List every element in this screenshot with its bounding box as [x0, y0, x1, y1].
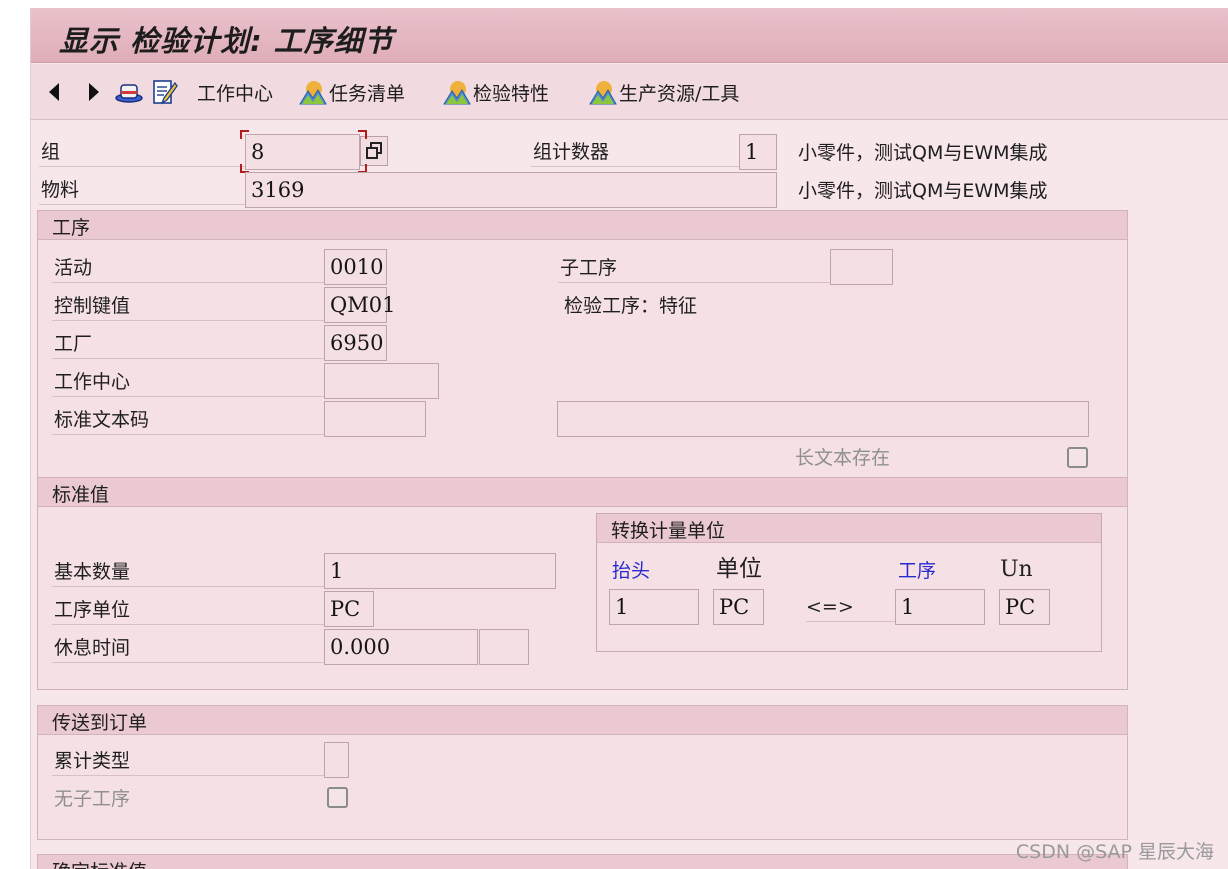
plant-label: 工厂	[52, 329, 324, 359]
activity-field[interactable]: 0010	[324, 249, 387, 285]
control-key-field[interactable]: QM01	[324, 287, 395, 323]
no-sub-operation-checkbox[interactable]	[327, 787, 348, 808]
cumulation-type-field[interactable]	[324, 742, 349, 778]
copy-button[interactable]	[360, 136, 388, 166]
work-center-button[interactable]: 工作中心	[197, 78, 273, 106]
mountain-icon	[299, 81, 327, 105]
group-counter-field[interactable]: 1	[739, 134, 777, 170]
task-list-label: 任务清单	[329, 82, 406, 105]
operation-quantity-field[interactable]: 1	[895, 589, 985, 625]
standard-values-title: 标准值	[52, 484, 110, 506]
group-label: 组	[39, 137, 245, 167]
conversion-title: 转换计量单位	[611, 520, 726, 542]
sap-window: 显示 检验计划: 工序细节 工作中心 任务清单 检验特性 生产资源/工具 组 8…	[30, 8, 1228, 869]
control-key-label: 控制键值	[52, 291, 324, 321]
standard-values-header: 标准值	[38, 478, 1127, 507]
conversion-arrow: <=>	[806, 592, 896, 622]
unit-label: 单位	[716, 556, 762, 582]
conversion-header: 转换计量单位	[597, 514, 1101, 543]
header-unit-field[interactable]: PC	[713, 589, 764, 625]
operation-unit-field[interactable]: PC	[324, 591, 374, 627]
sub-operation-label: 子工序	[558, 253, 830, 283]
operation-group: 工序 活动 0010 子工序 控制键值 QM01 检验工序：特征 工厂 6950…	[37, 210, 1128, 478]
transfer-to-order-group: 传送到订单 累计类型 无子工序	[37, 705, 1128, 840]
transfer-to-order-title: 传送到订单	[52, 712, 148, 734]
operation-unit-conv-field[interactable]: PC	[999, 589, 1050, 625]
mountain-icon	[443, 81, 471, 105]
mountain-icon	[589, 81, 617, 105]
plant-field[interactable]: 6950	[324, 325, 387, 361]
work-center-label: 工作中心	[197, 82, 274, 105]
inspection-characteristics-button[interactable]: 检验特性	[443, 78, 549, 106]
operation-group-title: 工序	[52, 217, 91, 239]
standard-text-key-label: 标准文本码	[52, 405, 324, 435]
application-toolbar: 工作中心 任务清单 检验特性 生产资源/工具	[31, 64, 1228, 120]
material-field[interactable]: 3169	[245, 172, 777, 208]
arrow-left-icon	[49, 83, 59, 101]
standard-text-key-field[interactable]	[324, 401, 426, 437]
determine-standard-values-title: 确定标准值	[52, 857, 147, 869]
cumulation-type-label: 累计类型	[52, 746, 324, 776]
work-center-field-label: 工作中心	[52, 367, 324, 397]
inspection-characteristics-label: 检验特性	[473, 82, 550, 105]
edit-button[interactable]	[151, 78, 179, 106]
sub-operation-field[interactable]	[830, 249, 893, 285]
production-resources-button[interactable]: 生产资源/工具	[589, 78, 739, 106]
conversion-group: 转换计量单位 抬头 单位 工序 Un 1 PC <=> 1 PC	[596, 513, 1102, 652]
operation-short-text-field[interactable]	[557, 401, 1089, 437]
break-time-label: 休息时间	[52, 633, 324, 663]
material-description: 小零件，测试QM与EWM集成	[798, 180, 1048, 202]
arrow-right-icon	[89, 83, 99, 101]
operation-group-header: 工序	[38, 211, 1127, 240]
hat-icon	[115, 84, 143, 103]
determine-standard-values-group: 确定标准值	[37, 854, 1128, 869]
edit-document-icon	[153, 80, 178, 105]
task-list-button[interactable]: 任务清单	[299, 78, 405, 106]
operation-link[interactable]: 工序	[898, 556, 936, 586]
long-text-exists-checkbox[interactable]	[1067, 447, 1088, 468]
standard-values-group: 标准值 基本数量 1 工序单位 PC 休息时间 0.000 转换计量单位 抬头 …	[37, 477, 1128, 690]
production-resources-label: 生产资源/工具	[619, 82, 740, 105]
break-time-unit-field[interactable]	[479, 629, 529, 665]
material-label: 物料	[39, 175, 245, 205]
determine-standard-values-header: 确定标准值	[38, 855, 1127, 869]
un-label: Un	[1000, 557, 1033, 582]
control-key-description: 检验工序：特征	[564, 295, 698, 317]
group-field[interactable]: 8	[245, 134, 360, 170]
watermark: CSDN @SAP 星辰大海	[1015, 841, 1214, 863]
work-center-field[interactable]	[324, 363, 439, 399]
no-sub-operation-label: 无子工序	[54, 788, 131, 810]
group-description: 小零件，测试QM与EWM集成	[798, 142, 1048, 164]
header-link[interactable]: 抬头	[612, 556, 650, 586]
activity-label: 活动	[52, 253, 324, 283]
title-bar: 显示 检验计划: 工序细节	[31, 8, 1228, 63]
operation-unit-label: 工序单位	[52, 595, 324, 625]
group-counter-label: 组计数器	[531, 137, 739, 167]
base-quantity-field[interactable]: 1	[324, 553, 556, 589]
transfer-to-order-header: 传送到订单	[38, 706, 1127, 735]
base-quantity-label: 基本数量	[52, 557, 324, 587]
header-button[interactable]	[115, 78, 143, 106]
window-title: 显示 检验计划: 工序细节	[59, 24, 394, 58]
next-button[interactable]	[89, 78, 99, 106]
long-text-exists-label: 长文本存在	[795, 447, 891, 469]
previous-button[interactable]	[49, 78, 59, 106]
break-time-field[interactable]: 0.000	[324, 629, 478, 665]
header-quantity-field[interactable]: 1	[609, 589, 699, 625]
